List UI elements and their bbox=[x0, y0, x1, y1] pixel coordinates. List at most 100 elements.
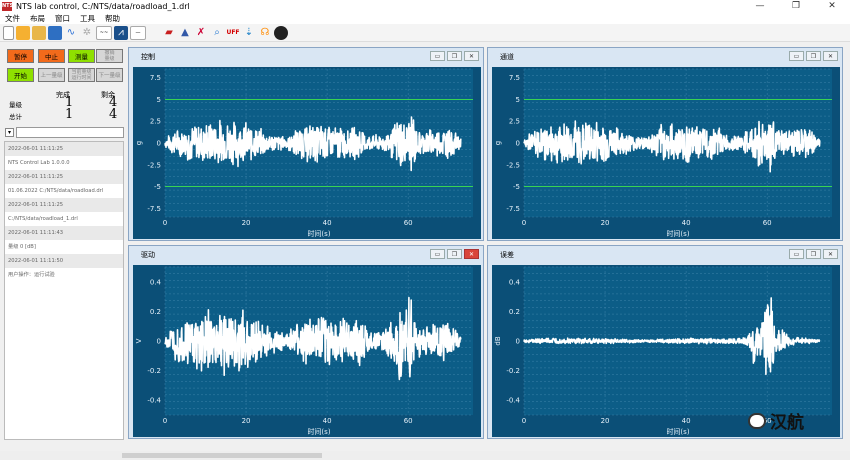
x-tick-label: 40 bbox=[323, 417, 332, 425]
random-signal-icon[interactable]: ⩘ bbox=[114, 25, 128, 40]
y-tick-label: 0.2 bbox=[150, 308, 161, 316]
title-bar: NTS NTS lab control, C:/NTS/data/roadloa… bbox=[0, 0, 850, 13]
control-chart[interactable]: -7.5 -5 -2.5 0 2.5 5 7.5 0 20 40 60 时间(s) g bbox=[133, 67, 481, 239]
y-tick-label: 2.5 bbox=[509, 118, 520, 126]
grid-icon[interactable] bbox=[16, 25, 30, 40]
drive-chart[interactable]: -0.4 -0.2 0 0.2 0.4 0 20 40 60 时间(s) V bbox=[133, 265, 481, 437]
y-tick-label: -0.2 bbox=[506, 367, 520, 375]
app-logo-icon: NTS bbox=[2, 2, 14, 11]
y-tick-label: -2.5 bbox=[506, 161, 520, 169]
y-tick-label: -7.5 bbox=[506, 205, 520, 213]
panel-minimize-button[interactable]: ▭ bbox=[430, 249, 445, 259]
x-axis-label: 时间(s) bbox=[666, 427, 689, 436]
x-tick-label: 0 bbox=[522, 417, 526, 425]
y-axis-label: g bbox=[135, 141, 143, 145]
menu-help[interactable]: 帮助 bbox=[100, 13, 125, 24]
event-log[interactable]: 2022-06-01 11:11:25 NTS Control Lab 1.0.… bbox=[4, 141, 124, 440]
close-button[interactable]: ✕ bbox=[814, 0, 850, 13]
channel-plot-panel: 通道 ▭ ❐ ✕ -7.5 -5 -2.5 0 2.5 5 7.5 0 20 40 60 时间(s) g bbox=[487, 47, 843, 241]
log-entry: NTS Control Lab 1.0.0.0 bbox=[8, 160, 70, 166]
x-tick-label: 60 bbox=[404, 219, 413, 227]
sine-wave-icon[interactable]: ∿ bbox=[64, 26, 78, 40]
total-done-value: 1 bbox=[65, 107, 74, 122]
spectrum-icon[interactable]: ▲ bbox=[178, 26, 192, 40]
filter-dropdown[interactable]: ▾ bbox=[5, 128, 14, 137]
panel-minimize-button[interactable]: ▭ bbox=[789, 249, 804, 259]
previous-level-button[interactable]: 上一量级 bbox=[38, 68, 65, 82]
panel-close-button[interactable]: ✕ bbox=[823, 249, 838, 259]
watermark: 汉航 bbox=[748, 408, 804, 433]
undo-level-button[interactable]: 撤销 量级 bbox=[96, 49, 123, 63]
panel-close-button[interactable]: ✕ bbox=[464, 249, 479, 259]
x-tick-label: 40 bbox=[682, 417, 691, 425]
x-axis-label: 时间(s) bbox=[307, 229, 330, 238]
car-icon[interactable]: ▰ bbox=[162, 26, 176, 40]
gear-icon[interactable]: ✲ bbox=[80, 26, 94, 40]
y-axis-label: dB bbox=[494, 336, 502, 345]
log-search-input[interactable] bbox=[16, 127, 124, 138]
maximize-button[interactable]: ❐ bbox=[778, 0, 814, 13]
runtime-label: 运行时间 bbox=[71, 75, 92, 81]
y-tick-label: 0 bbox=[157, 338, 161, 346]
x-tick-label: 0 bbox=[163, 219, 167, 227]
log-entry: 2022-06-01 11:11:25 bbox=[5, 198, 123, 212]
x-tick-label: 0 bbox=[163, 417, 167, 425]
start-button[interactable]: 开始 bbox=[7, 68, 34, 82]
y-axis-label: g bbox=[494, 141, 502, 145]
minimize-button[interactable]: — bbox=[742, 0, 778, 13]
y-tick-label: -0.4 bbox=[506, 397, 520, 405]
window-title: NTS lab control, C:/NTS/data/roadload_1.… bbox=[16, 2, 190, 11]
panel-close-button[interactable]: ✕ bbox=[823, 51, 838, 61]
watermark-text: 汉航 bbox=[770, 413, 804, 433]
log-entry: 用户操作：运行试验 bbox=[8, 272, 55, 278]
channel-chart[interactable]: -7.5 -5 -2.5 0 2.5 5 7.5 0 20 40 60 时间(s) g bbox=[492, 67, 840, 239]
y-tick-label: 0.2 bbox=[509, 308, 520, 316]
menu-file[interactable]: 文件 bbox=[0, 13, 25, 24]
y-tick-label: -5 bbox=[154, 183, 161, 191]
zoom-icon[interactable]: ⌕ bbox=[210, 26, 224, 40]
measure-button[interactable]: 测量 bbox=[68, 49, 95, 63]
y-tick-label: -7.5 bbox=[147, 205, 161, 213]
y-tick-label: -0.4 bbox=[147, 397, 161, 405]
panel-restore-button[interactable]: ❐ bbox=[447, 51, 462, 61]
panel-restore-button[interactable]: ❐ bbox=[806, 249, 821, 259]
signal-flow-icon[interactable]: ⇣ bbox=[242, 26, 256, 40]
y-tick-label: 0.4 bbox=[150, 278, 162, 286]
log-entry: 量级 0 [dB] bbox=[8, 244, 36, 250]
panel-minimize-button[interactable]: ▭ bbox=[789, 51, 804, 61]
scrollbar-thumb[interactable] bbox=[122, 453, 322, 458]
current-level-runtime-button[interactable]: 当前量级 运行时间 bbox=[68, 68, 95, 82]
x-tick-label: 60 bbox=[763, 219, 772, 227]
y-tick-label: 2.5 bbox=[150, 118, 161, 126]
headphones-icon[interactable]: ☊ bbox=[258, 26, 272, 40]
abort-button[interactable]: 中止 bbox=[38, 49, 65, 63]
menu-window[interactable]: 窗口 bbox=[50, 13, 75, 24]
record-icon[interactable] bbox=[274, 25, 288, 40]
panel-close-button[interactable]: ✕ bbox=[464, 51, 479, 61]
panel-restore-button[interactable]: ❐ bbox=[806, 51, 821, 61]
menu-bar: 文件 布局 窗口 工具 帮助 bbox=[0, 13, 850, 24]
pause-button[interactable]: 暂停 bbox=[7, 49, 34, 63]
y-tick-label: 7.5 bbox=[150, 74, 161, 82]
menu-tools[interactable]: 工具 bbox=[75, 13, 100, 24]
x-tick-label: 40 bbox=[682, 219, 691, 227]
next-level-button[interactable]: 下一量级 bbox=[96, 68, 123, 82]
y-tick-label: -5 bbox=[513, 183, 520, 191]
y-tick-label: 0 bbox=[516, 338, 520, 346]
log-entry: 2022-06-01 11:11:25 bbox=[5, 142, 123, 156]
new-file-icon[interactable] bbox=[3, 25, 14, 40]
save-icon[interactable] bbox=[48, 25, 62, 40]
total-label: 总计 bbox=[9, 113, 22, 121]
sine-sweep-icon[interactable]: ~~ bbox=[96, 25, 112, 40]
panel-minimize-button[interactable]: ▭ bbox=[430, 51, 445, 61]
open-folder-icon[interactable] bbox=[32, 25, 46, 40]
shock-pulse-icon[interactable]: — bbox=[130, 25, 146, 40]
menu-layout[interactable]: 布局 bbox=[25, 13, 50, 24]
panel-title: 误差 bbox=[500, 251, 514, 259]
y-tick-label: 0 bbox=[157, 140, 161, 148]
panel-restore-button[interactable]: ❐ bbox=[447, 249, 462, 259]
y-tick-label: 0 bbox=[516, 140, 520, 148]
horizontal-scrollbar[interactable] bbox=[0, 451, 850, 460]
uff-export-icon[interactable]: UFF bbox=[226, 26, 240, 40]
tools-icon[interactable]: ✗ bbox=[194, 26, 208, 40]
